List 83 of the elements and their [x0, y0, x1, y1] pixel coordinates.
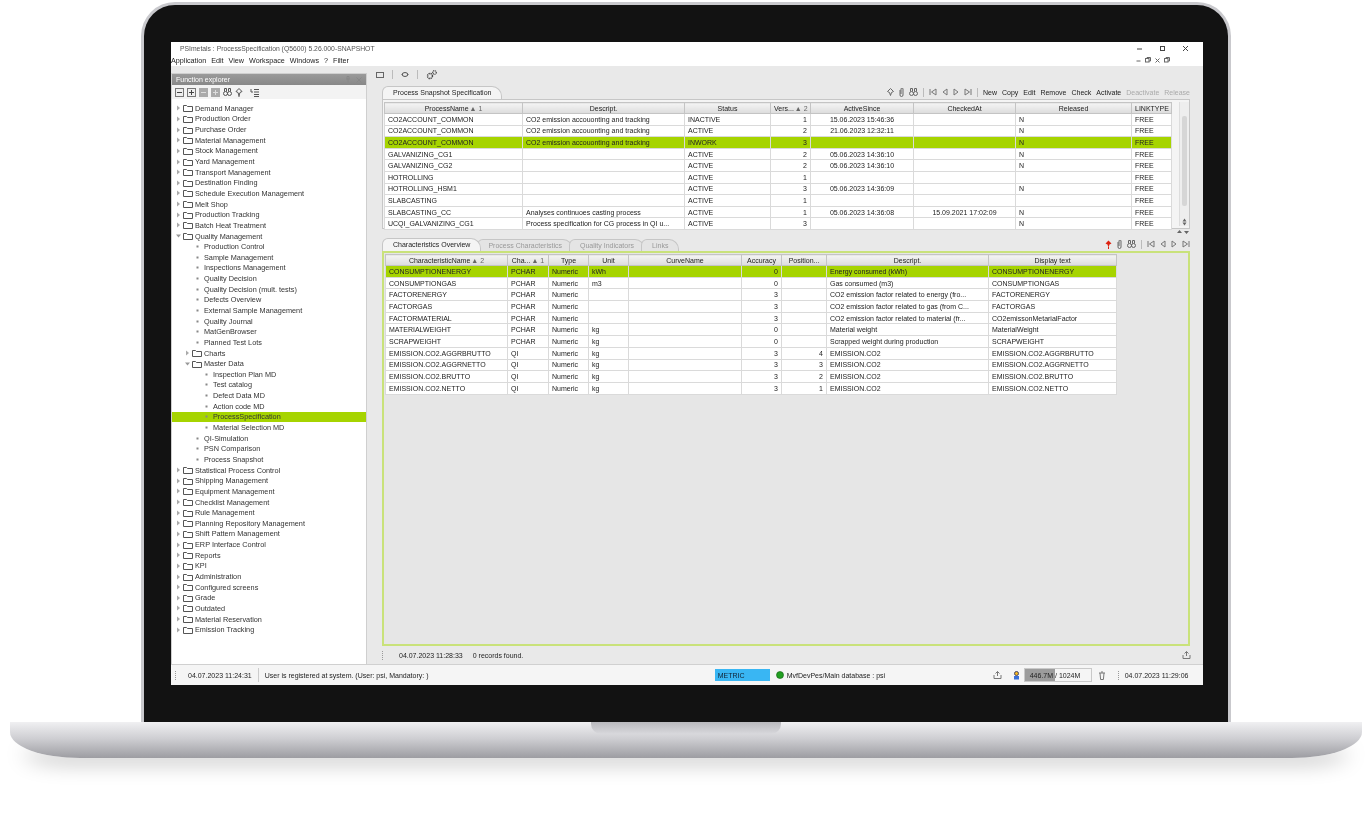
- expander-icon[interactable]: [176, 552, 181, 559]
- splitter-arrows-icon[interactable]: [1176, 229, 1190, 235]
- restore-icon[interactable]: [1145, 57, 1151, 63]
- pin-icon[interactable]: [887, 87, 894, 97]
- bullet-icon: [196, 309, 199, 312]
- expander-icon[interactable]: [176, 499, 181, 505]
- scroll-arrows-icon[interactable]: [1182, 218, 1187, 226]
- user-icon: [1012, 670, 1020, 680]
- expander-icon[interactable]: [176, 201, 181, 208]
- last-icon[interactable]: [964, 88, 972, 96]
- bullet-icon: [196, 266, 199, 270]
- bullet-icon: [196, 319, 199, 323]
- restore-icon[interactable]: [1164, 57, 1170, 63]
- expander-icon[interactable]: [176, 179, 181, 186]
- expander-icon[interactable]: [176, 626, 181, 633]
- expander-icon[interactable]: [176, 520, 181, 527]
- export-icon[interactable]: [1182, 651, 1191, 659]
- expander-icon[interactable]: [176, 477, 181, 484]
- bullet-icon: [196, 330, 199, 334]
- expander-icon[interactable]: [176, 467, 181, 474]
- list-icon[interactable]: [250, 87, 260, 97]
- collapse-icon[interactable]: [175, 87, 184, 97]
- expander-icon[interactable]: [176, 222, 181, 229]
- status-dot-icon: [775, 671, 784, 679]
- export-icon[interactable]: [992, 671, 1002, 679]
- close-icon[interactable]: [1182, 44, 1189, 52]
- bullet-icon: [205, 404, 208, 408]
- expander-icon[interactable]: [176, 169, 181, 176]
- expander-icon[interactable]: [176, 126, 181, 133]
- bullet-icon: [196, 340, 199, 344]
- bullet-icon: [196, 255, 199, 259]
- expand-icon[interactable]: [187, 87, 196, 97]
- bullet-icon: [205, 415, 208, 419]
- clip-icon[interactable]: [899, 87, 904, 97]
- bullet-icon: [196, 436, 199, 440]
- next-icon[interactable]: [953, 88, 959, 96]
- binoculars-icon[interactable]: [909, 88, 918, 96]
- first-icon[interactable]: [929, 88, 937, 96]
- expander-icon[interactable]: [176, 115, 181, 122]
- bullet-icon: [196, 287, 199, 291]
- expander-icon[interactable]: [176, 584, 181, 591]
- first-icon[interactable]: [1147, 240, 1155, 248]
- maximize-icon[interactable]: [1159, 44, 1166, 52]
- pin-icon[interactable]: [1105, 239, 1112, 249]
- clip-icon[interactable]: [1117, 239, 1122, 249]
- expander-icon[interactable]: [176, 190, 181, 197]
- bullet-icon: [196, 447, 199, 451]
- expander-icon[interactable]: [176, 562, 181, 569]
- close-icon[interactable]: [1155, 57, 1160, 63]
- bullet-icon: [196, 298, 199, 302]
- bullet-icon: [205, 426, 208, 430]
- last-icon[interactable]: [1182, 240, 1190, 248]
- expander-icon[interactable]: [176, 605, 181, 612]
- expander-icon[interactable]: [176, 616, 181, 623]
- binoculars-icon[interactable]: [1127, 240, 1136, 248]
- bullet-icon: [196, 245, 199, 249]
- previous-icon[interactable]: [942, 88, 948, 96]
- bullet-icon: [205, 394, 208, 398]
- gear-icon[interactable]: [426, 69, 437, 80]
- expander-icon[interactable]: [185, 360, 190, 367]
- expander-icon[interactable]: [176, 573, 181, 580]
- expander-icon[interactable]: [176, 488, 181, 495]
- expander-icon[interactable]: [176, 211, 181, 218]
- window-icon[interactable]: [376, 71, 384, 78]
- pin-icon[interactable]: [235, 87, 243, 97]
- next-icon[interactable]: [1171, 240, 1177, 248]
- expander-icon[interactable]: [176, 158, 181, 165]
- bullet-icon: [205, 383, 208, 387]
- expander-icon[interactable]: [176, 137, 181, 144]
- expander-icon[interactable]: [176, 594, 181, 601]
- binoculars-icon[interactable]: [223, 88, 232, 96]
- bullet-icon: [205, 372, 208, 376]
- expander-icon[interactable]: [176, 541, 181, 548]
- expander-icon[interactable]: [176, 105, 181, 112]
- previous-icon[interactable]: [1160, 240, 1166, 248]
- expander-icon[interactable]: [176, 147, 181, 154]
- expander-icon[interactable]: [176, 530, 181, 537]
- expander-icon[interactable]: [176, 233, 181, 239]
- expander-icon[interactable]: [185, 350, 190, 357]
- expander-icon[interactable]: [176, 509, 181, 516]
- bullet-icon: [196, 457, 199, 461]
- trash-icon[interactable]: [1097, 670, 1106, 680]
- bullet-icon: [196, 277, 199, 281]
